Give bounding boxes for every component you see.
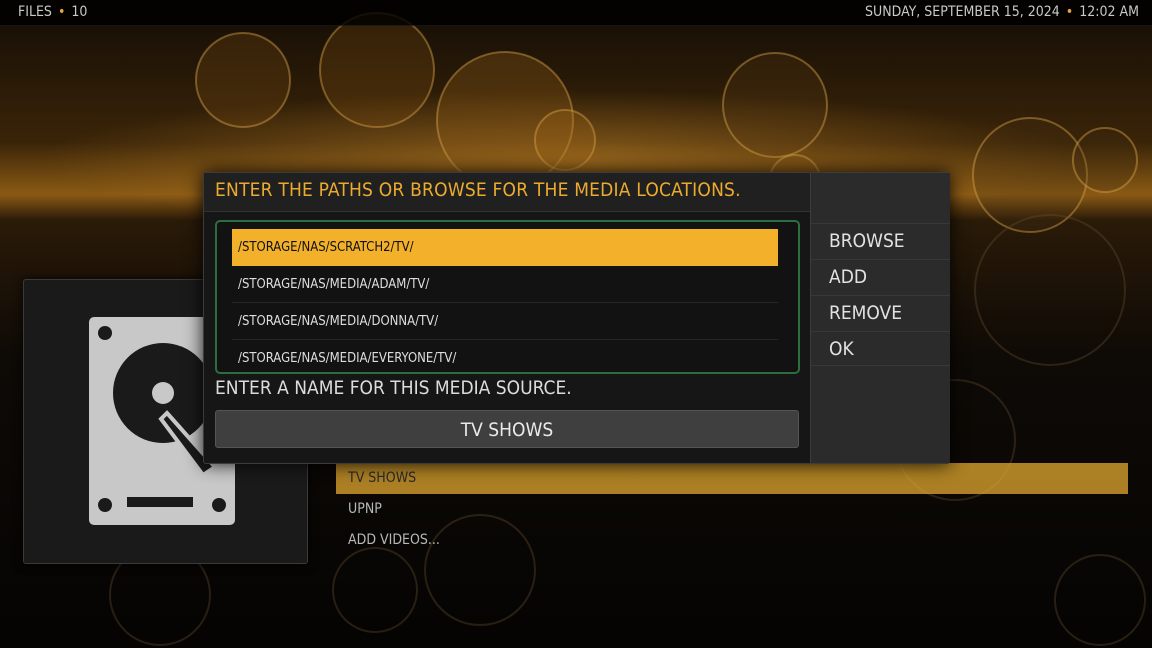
path-item[interactable]: /STORAGE/NAS/SCRATCH2/TV/ (232, 229, 778, 266)
list-item[interactable]: ADD VIDEOS... (336, 525, 1128, 556)
path-item[interactable]: /STORAGE/NAS/MEDIA/DONNA/TV/ (232, 303, 778, 340)
path-item[interactable]: /STORAGE/NAS/MEDIA/ADAM/TV/ (232, 266, 778, 303)
remove-button[interactable]: REMOVE (811, 295, 950, 330)
dialog-header: ENTER THE PATHS OR BROWSE FOR THE MEDIA … (204, 173, 810, 212)
clock-label: 12:02 AM (1079, 4, 1139, 20)
path-item[interactable]: /STORAGE/NAS/MEDIA/EVERYONE/TV/ (232, 340, 778, 377)
separator-dot-icon: • (57, 4, 66, 20)
ok-button[interactable]: OK (811, 331, 950, 366)
media-source-list: TV SHOWS UPNP ADD VIDEOS... (336, 463, 1128, 556)
top-bar-left: FILES • 10 (18, 0, 87, 25)
browse-button[interactable]: BROWSE (811, 223, 950, 258)
top-bar-right: SUNDAY, SEPTEMBER 15, 2024 • 12:02 AM (865, 0, 1139, 25)
list-item[interactable]: UPNP (336, 494, 1128, 525)
paths-list: /STORAGE/NAS/SCRATCH2/TV/ /STORAGE/NAS/M… (215, 220, 800, 374)
dialog-button-panel: BROWSE ADD REMOVE OK (810, 173, 950, 463)
add-button[interactable]: ADD (811, 259, 950, 294)
add-media-source-dialog: ENTER THE PATHS OR BROWSE FOR THE MEDIA … (203, 172, 950, 464)
section-title: FILES (18, 4, 52, 20)
item-count: 10 (71, 4, 88, 20)
date-label: SUNDAY, SEPTEMBER 15, 2024 (864, 4, 1060, 20)
source-name-field[interactable]: TV SHOWS (215, 410, 799, 448)
dialog-title: ENTER THE PATHS OR BROWSE FOR THE MEDIA … (215, 179, 741, 201)
list-item[interactable]: TV SHOWS (336, 463, 1128, 494)
separator-dot-icon: • (1065, 4, 1074, 20)
source-name-label: ENTER A NAME FOR THIS MEDIA SOURCE. (215, 377, 572, 399)
top-bar: FILES • 10 SUNDAY, SEPTEMBER 15, 2024 • 12:0… (0, 0, 1152, 26)
